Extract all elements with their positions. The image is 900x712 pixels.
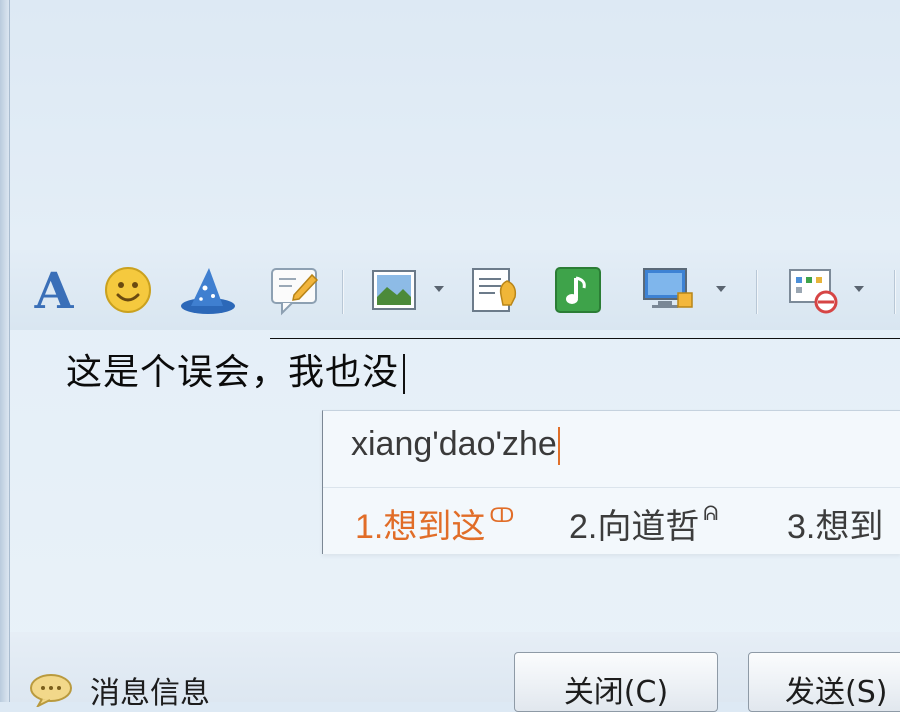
wizard-hat-icon bbox=[181, 268, 235, 314]
close-button[interactable]: 关闭(C) bbox=[514, 652, 718, 712]
clipboard-button[interactable] bbox=[466, 262, 526, 318]
ime-caret bbox=[557, 427, 560, 466]
text-caret bbox=[403, 354, 406, 394]
ime-pinyin: xiang'dao'zhe bbox=[351, 425, 557, 463]
editor-underline bbox=[270, 338, 900, 339]
screen-capture-icon bbox=[643, 268, 693, 308]
emoji-button[interactable] bbox=[98, 262, 158, 318]
cloud-candidate-icon: ↀ bbox=[489, 505, 515, 527]
screenshot-dropdown-arrow[interactable] bbox=[716, 286, 726, 292]
apps-dropdown-arrow[interactable] bbox=[854, 286, 864, 292]
person-candidate-icon: ᕱ bbox=[703, 503, 719, 525]
screenshot-button[interactable] bbox=[640, 262, 700, 318]
toolbar-separator bbox=[342, 270, 344, 314]
smiley-icon bbox=[105, 267, 151, 313]
ime-candidate-3[interactable]: 3.想到 bbox=[787, 499, 883, 548]
window-left-border bbox=[0, 0, 10, 702]
edit-bubble-icon bbox=[271, 268, 319, 316]
toolbar-separator bbox=[756, 270, 758, 314]
toolbar-separator bbox=[894, 270, 896, 314]
candidate-label: 2.向道哲 bbox=[569, 508, 700, 546]
font-A-icon: A bbox=[34, 260, 74, 320]
chat-toolbar: A bbox=[10, 250, 900, 330]
candidate-label: 1.想到这 bbox=[355, 508, 486, 546]
send-button-label: 发送(S) bbox=[785, 675, 888, 710]
ime-composition: xiang'dao'zhe bbox=[351, 425, 560, 466]
message-text-content: 这是个误会，我也没 bbox=[66, 352, 400, 393]
candidate-label: 3.想到 bbox=[787, 508, 884, 546]
font-button[interactable]: A bbox=[24, 260, 84, 320]
ime-candidate-window: xiang'dao'zhe 1.想到这 ↀ 2.向道哲 ᕱ 3.想到 bbox=[322, 410, 900, 554]
music-button[interactable] bbox=[550, 262, 606, 318]
apps-grid-icon bbox=[789, 269, 838, 314]
clipboard-icon bbox=[472, 268, 517, 312]
ime-divider bbox=[323, 487, 900, 488]
music-note-icon bbox=[555, 267, 601, 313]
picture-icon bbox=[372, 270, 416, 310]
ime-candidate-2[interactable]: 2.向道哲 ᕱ bbox=[569, 499, 718, 548]
send-button[interactable]: 发送(S) bbox=[748, 652, 900, 712]
message-input-text[interactable]: 这是个误会，我也没 bbox=[66, 343, 406, 395]
close-button-label: 关闭(C) bbox=[563, 675, 669, 710]
image-dropdown-arrow[interactable] bbox=[434, 286, 444, 292]
message-info-label: 消息信息 bbox=[90, 676, 210, 711]
ime-candidate-1[interactable]: 1.想到这 ↀ bbox=[355, 499, 514, 548]
doodle-button[interactable] bbox=[266, 262, 324, 318]
apps-button[interactable] bbox=[786, 262, 842, 318]
magic-button[interactable] bbox=[176, 262, 240, 318]
message-info-link[interactable]: 消息信息 bbox=[28, 668, 210, 712]
image-button[interactable] bbox=[366, 262, 422, 318]
